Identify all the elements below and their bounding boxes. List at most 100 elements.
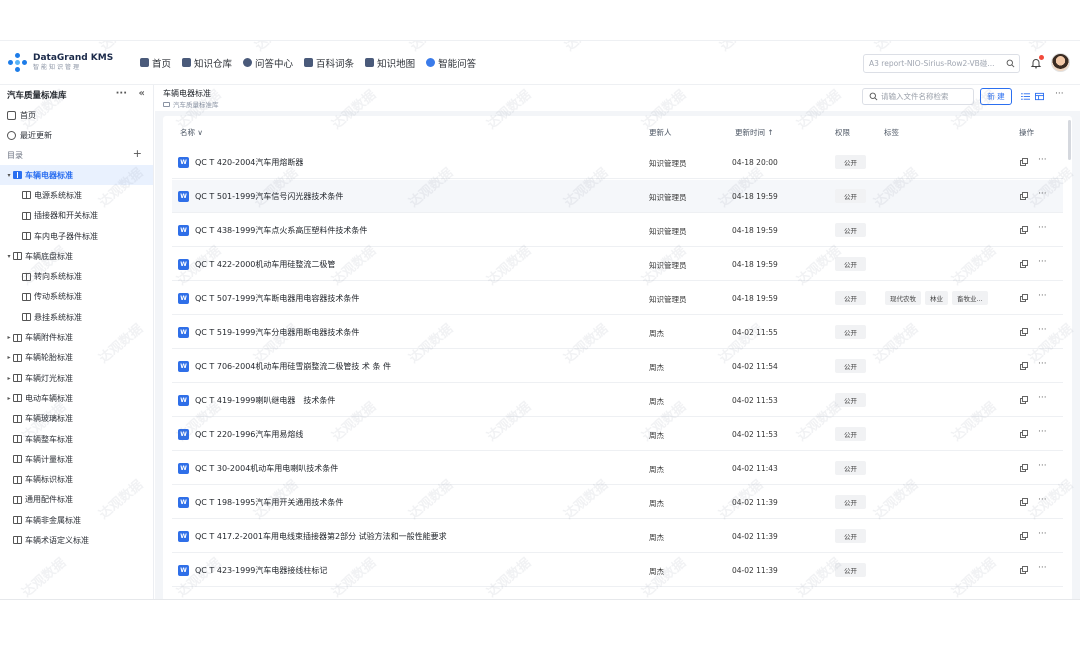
table-row[interactable]: W QC T 417.2-2001车用电线束插接器第2部分 试验方法和一般性能要求…: [172, 520, 1063, 553]
row-more-icon[interactable]: ···: [1038, 393, 1047, 403]
nav-item-home[interactable]: 首页: [140, 56, 171, 70]
sidebar-tree-item[interactable]: 车辆计量标准: [0, 449, 153, 469]
sidebar-tree-item[interactable]: ▾ 车辆电器标准: [0, 165, 153, 186]
table-row[interactable]: W QC T 30-2004机动车用电喇叭技术条件 周杰 04-02 11:43 公开 ·…: [172, 452, 1063, 485]
list-view-icon[interactable]: [1021, 92, 1030, 101]
row-more-icon[interactable]: ···: [1038, 257, 1047, 267]
nav-item-ai-qa[interactable]: 智能问答: [426, 56, 476, 70]
avatar[interactable]: [1051, 53, 1070, 72]
scrollbar[interactable]: [1068, 120, 1071, 160]
sidebar-tree-item[interactable]: 车辆标识标准: [0, 469, 153, 489]
file-search-input[interactable]: 请输入文件名称检索: [862, 88, 974, 105]
copy-icon[interactable]: [1020, 498, 1028, 506]
chevron-down-icon[interactable]: ▾: [5, 253, 13, 260]
sidebar-tree-item[interactable]: 传动系统标准: [0, 287, 153, 307]
search-icon[interactable]: [1006, 59, 1015, 68]
sidebar-tree-item[interactable]: ▸ 车辆灯光标准: [0, 368, 153, 388]
sidebar-tree-item[interactable]: 车辆整车标准: [0, 429, 153, 449]
column-name[interactable]: 名称 ∨: [180, 127, 203, 138]
collapse-sidebar-icon[interactable]: «: [139, 88, 145, 99]
sidebar-tree-item[interactable]: 车辆玻璃标准: [0, 409, 153, 429]
sidebar-tree-item[interactable]: 通用配件标准: [0, 490, 153, 510]
copy-icon[interactable]: [1020, 532, 1028, 540]
sidebar-link-recent[interactable]: 最近更新: [0, 125, 153, 145]
chevron-right-icon[interactable]: ▸: [5, 395, 13, 402]
table-row[interactable]: W QC T 422-2000机动车用硅整流二极管 知识管理员 04-18 19:59…: [172, 248, 1063, 281]
file-name[interactable]: QC T 519-1999汽车分电器用断电器技术条件: [195, 327, 359, 338]
file-name[interactable]: QC T 30-2004机动车用电喇叭技术条件: [195, 463, 338, 474]
new-button[interactable]: 新 建: [980, 88, 1012, 105]
sidebar-tree-item[interactable]: ▾ 车辆底盘标准: [0, 246, 153, 266]
table-row[interactable]: W QC T 519-1999汽车分电器用断电器技术条件 周杰 04-02 11:55…: [172, 316, 1063, 349]
sidebar-tree-item[interactable]: 车内电子器件标准: [0, 226, 153, 246]
file-name[interactable]: QC T 422-2000机动车用硅整流二极管: [195, 259, 335, 270]
sidebar-tree-item[interactable]: 电源系统标准: [0, 185, 153, 205]
library-more-icon[interactable]: ···: [116, 88, 127, 99]
row-more-icon[interactable]: ···: [1038, 325, 1047, 335]
file-name[interactable]: QC T 220-1996汽车用易熔线: [195, 429, 303, 440]
column-updated-time[interactable]: 更新时间 ↑: [735, 127, 774, 138]
row-more-icon[interactable]: ···: [1038, 223, 1047, 233]
file-name[interactable]: QC T 420-2004汽车用熔断器: [195, 157, 303, 168]
add-directory-icon[interactable]: +: [133, 147, 142, 160]
table-row[interactable]: W QC T 419-1999喇叭继电器 技术条件 周杰 04-02 11:53 公开 ·…: [172, 384, 1063, 417]
chevron-right-icon[interactable]: ▸: [5, 334, 13, 341]
table-row[interactable]: W QC T 507-1999汽车断电器用电容器技术条件 知识管理员 04-18 19…: [172, 282, 1063, 315]
copy-icon[interactable]: [1020, 328, 1028, 336]
chevron-down-icon[interactable]: ▾: [5, 172, 13, 179]
copy-icon[interactable]: [1020, 566, 1028, 574]
file-name[interactable]: QC T 417.2-2001车用电线束插接器第2部分 试验方法和一般性能要求: [195, 531, 447, 542]
nav-item-knowledge-map[interactable]: 知识地图: [365, 56, 415, 70]
table-row[interactable]: W QC T 198-1995汽车用开关通用技术条件 周杰 04-02 11:39 公开…: [172, 486, 1063, 519]
copy-icon[interactable]: [1020, 192, 1028, 200]
sidebar-tree-item[interactable]: 悬挂系统标准: [0, 307, 153, 327]
nav-item-repository[interactable]: 知识仓库: [182, 56, 232, 70]
table-row[interactable]: W QC T 438-1999汽车点火系高压塑料件技术条件 知识管理员 04-18 1…: [172, 214, 1063, 247]
copy-icon[interactable]: [1020, 260, 1028, 268]
row-more-icon[interactable]: ···: [1038, 495, 1047, 505]
breadcrumb[interactable]: 汽车质量标准库: [163, 99, 219, 109]
row-more-icon[interactable]: ···: [1038, 427, 1047, 437]
table-row[interactable]: W QC T 420-2004汽车用熔断器 知识管理员 04-18 20:00 公开 ··…: [172, 146, 1063, 179]
sidebar-link-home[interactable]: 首页: [0, 105, 153, 125]
file-name[interactable]: QC T 419-1999喇叭继电器 技术条件: [195, 395, 335, 406]
table-row[interactable]: W QC T 220-1996汽车用易熔线 周杰 04-02 11:53 公开 ···: [172, 418, 1063, 451]
row-more-icon[interactable]: ···: [1038, 189, 1047, 199]
file-name[interactable]: QC T 501-1999汽车信号闪光器技术条件: [195, 191, 343, 202]
copy-icon[interactable]: [1020, 464, 1028, 472]
table-view-icon[interactable]: [1035, 92, 1044, 101]
row-more-icon[interactable]: ···: [1038, 563, 1047, 573]
copy-icon[interactable]: [1020, 362, 1028, 370]
sidebar-tree-item[interactable]: 车辆术语定义标准: [0, 530, 153, 550]
chevron-right-icon[interactable]: ▸: [5, 354, 13, 361]
row-more-icon[interactable]: ···: [1038, 529, 1047, 539]
file-name[interactable]: QC T 423-1999汽车电器接线柱标记: [195, 565, 327, 576]
copy-icon[interactable]: [1020, 158, 1028, 166]
copy-icon[interactable]: [1020, 430, 1028, 438]
table-row[interactable]: W QC T 423-1999汽车电器接线柱标记 周杰 04-02 11:39 公开 ··…: [172, 554, 1063, 587]
sidebar-tree-item[interactable]: 转向系统标准: [0, 266, 153, 286]
file-name[interactable]: QC T 438-1999汽车点火系高压塑料件技术条件: [195, 225, 367, 236]
sidebar-tree-item[interactable]: ▸ 电动车辆标准: [0, 388, 153, 408]
app-logo[interactable]: DataGrand KMS 智能知识管理: [8, 52, 126, 73]
global-search-input[interactable]: A3 report-NIO-Sirius-Row2-VB碰...: [863, 54, 1020, 73]
copy-icon[interactable]: [1020, 226, 1028, 234]
copy-icon[interactable]: [1020, 396, 1028, 404]
copy-icon[interactable]: [1020, 294, 1028, 302]
file-name[interactable]: QC T 507-1999汽车断电器用电容器技术条件: [195, 293, 359, 304]
file-name[interactable]: QC T 198-1995汽车用开关通用技术条件: [195, 497, 343, 508]
sidebar-tree-item[interactable]: ▸ 车辆附件标准: [0, 327, 153, 347]
row-more-icon[interactable]: ···: [1038, 359, 1047, 369]
table-row[interactable]: W QC T 501-1999汽车信号闪光器技术条件 知识管理员 04-18 19:5…: [172, 180, 1063, 213]
sidebar-tree-item[interactable]: 车辆非金属标准: [0, 510, 153, 530]
file-name[interactable]: QC T 706-2004机动车用硅雪崩整流二极管技 术 条 件: [195, 361, 391, 372]
nav-item-encyclopedia[interactable]: 百科词条: [304, 56, 354, 70]
row-more-icon[interactable]: ···: [1038, 291, 1047, 301]
header-more-icon[interactable]: ···: [1055, 89, 1064, 99]
chevron-right-icon[interactable]: ▸: [5, 375, 13, 382]
row-more-icon[interactable]: ···: [1038, 461, 1047, 471]
row-more-icon[interactable]: ···: [1038, 155, 1047, 165]
nav-item-qa-center[interactable]: 问答中心: [243, 56, 293, 70]
table-row[interactable]: W QC T 706-2004机动车用硅雪崩整流二极管技 术 条 件 周杰 04-02…: [172, 350, 1063, 383]
sidebar-tree-item[interactable]: ▸ 车辆轮胎标准: [0, 348, 153, 368]
